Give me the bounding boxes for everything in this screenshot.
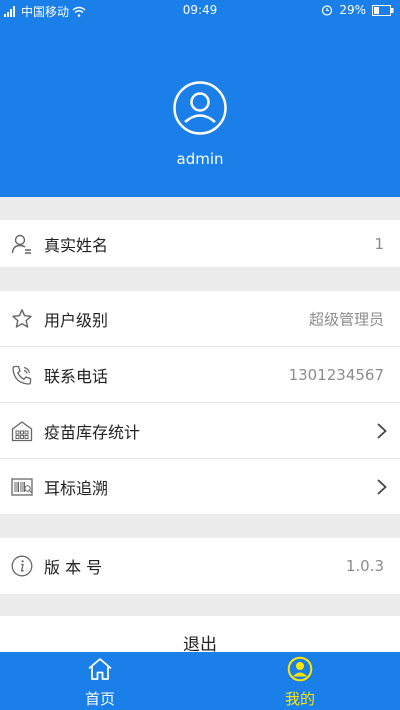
chevron-right-icon: [377, 478, 387, 495]
tab-mine[interactable]: 我的: [200, 652, 400, 710]
status-bar: 中国移动 09:49 29%: [0, 0, 400, 20]
user-avatar-icon[interactable]: [172, 80, 228, 136]
real-name-row: 真实姓名 1: [0, 220, 400, 267]
user-circle-icon: [287, 656, 313, 682]
real-name-value: 1: [374, 234, 384, 253]
user-level-row: 用户级别 超级管理员: [0, 291, 400, 346]
user-icon: [11, 234, 31, 254]
info-icon: [11, 555, 33, 577]
vaccine-stock-row[interactable]: 疫苗库存统计: [0, 403, 400, 458]
phone-icon: [12, 365, 32, 385]
battery-icon: [372, 4, 394, 16]
tab-home[interactable]: 首页: [0, 652, 200, 710]
user-level-value: 超级管理员: [308, 310, 384, 328]
barcode-icon: [11, 477, 33, 496]
tab-home-label: 首页: [84, 690, 115, 708]
status-right: 29%: [321, 3, 394, 17]
tab-bar: 首页 我的: [0, 652, 400, 710]
phone-row: 联系电话 1301234567: [0, 347, 400, 402]
version-label: 版 本 号: [44, 558, 103, 577]
vaccine-stock-label: 疫苗库存统计: [44, 422, 141, 442]
user-level-label: 用户级别: [44, 310, 109, 330]
version-value: 1.0.3: [345, 557, 384, 575]
ear-tag-trace-label: 耳标追溯: [44, 478, 109, 498]
star-icon: [12, 308, 32, 328]
username: admin: [176, 150, 224, 168]
battery-percent: 29%: [339, 3, 366, 17]
chevron-right-icon: [377, 422, 387, 439]
logout-button[interactable]: 退出: [0, 616, 400, 652]
phone-label: 联系电话: [44, 366, 109, 386]
alarm-icon: [322, 5, 333, 16]
warehouse-icon: [11, 420, 33, 441]
version-row: 版 本 号 1.0.3: [0, 538, 400, 594]
ear-tag-trace-row[interactable]: 耳标追溯: [0, 459, 400, 514]
tab-mine-label: 我的: [284, 690, 315, 708]
profile-header: admin: [0, 20, 400, 197]
home-icon: [88, 658, 112, 680]
real-name-label: 真实姓名: [44, 235, 109, 255]
phone-value: 1301234567: [288, 365, 384, 384]
